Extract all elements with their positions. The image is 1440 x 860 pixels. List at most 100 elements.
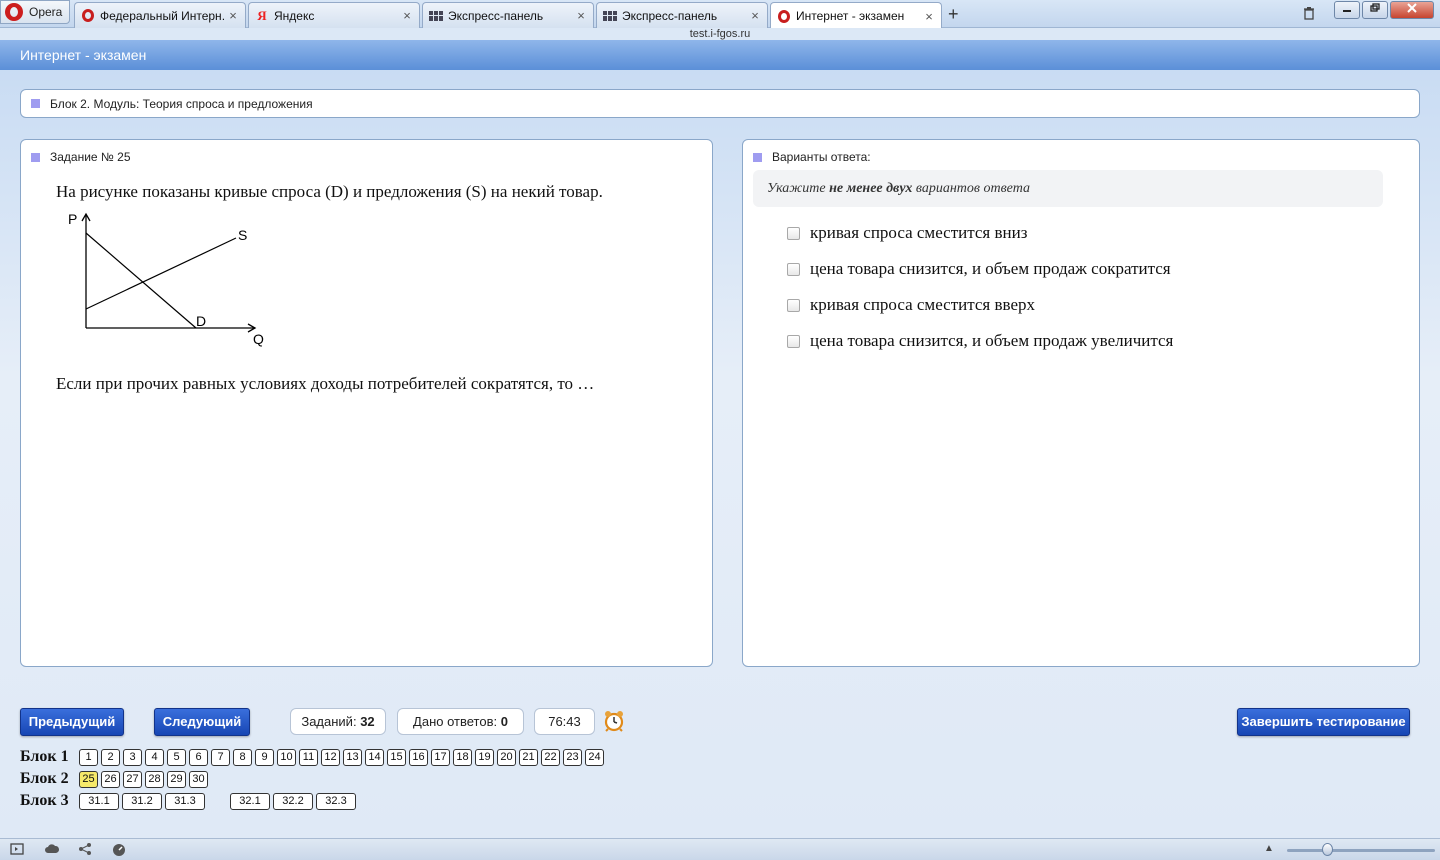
answer-option-3[interactable]: кривая спроса сместится вверх: [787, 295, 1035, 315]
block-title: Блок 2. Модуль: Теория спроса и предложе…: [50, 96, 313, 111]
task-nav-button[interactable]: 31.1: [79, 792, 119, 810]
zoom-slider-handle[interactable]: [1322, 843, 1333, 856]
answer-checkbox[interactable]: [787, 226, 800, 240]
axis-q-label: Q: [253, 331, 264, 347]
task-nav-button[interactable]: 17: [431, 748, 450, 766]
task-nav-button[interactable]: 29: [167, 770, 186, 788]
task-nav-button[interactable]: 2: [101, 748, 120, 766]
task-nav-button[interactable]: 32.2: [273, 792, 313, 810]
opera-menu-button[interactable]: Opera: [0, 0, 70, 24]
next-button[interactable]: Следующий: [154, 708, 250, 736]
task-nav-button[interactable]: 23: [563, 748, 582, 766]
task-nav-button[interactable]: 10: [277, 748, 296, 766]
tab-yandex[interactable]: Я Яндекс ×: [248, 2, 420, 28]
task-nav-button[interactable]: 22: [541, 748, 560, 766]
cloud-icon[interactable]: [44, 843, 60, 856]
share-icon[interactable]: [78, 843, 92, 856]
answer-option-1[interactable]: кривая спроса сместится вниз: [787, 223, 1027, 243]
tab-internet-exam[interactable]: Интернет - экзамен ×: [770, 2, 942, 29]
task-nav-button[interactable]: 1: [79, 748, 98, 766]
close-tab-icon[interactable]: ×: [225, 8, 241, 23]
exam-page: Блок 2. Модуль: Теория спроса и предложе…: [0, 70, 1440, 838]
tab-speed-dial-2[interactable]: Экспресс-панель ×: [596, 2, 768, 28]
task-nav-button[interactable]: 12: [321, 748, 340, 766]
answer-option-label: кривая спроса сместится вниз: [810, 223, 1028, 242]
task-nav-button[interactable]: 21: [519, 748, 538, 766]
speed-dial-icon: [603, 9, 617, 23]
hint-bold: не менее двух: [829, 181, 913, 196]
nav-block-label: Блок 1: [20, 748, 69, 765]
restore-icon[interactable]: [1362, 1, 1388, 19]
task-nav-button[interactable]: 31.3: [165, 792, 205, 810]
task-nav-button[interactable]: 3: [123, 748, 142, 766]
task-nav-button[interactable]: 5: [167, 748, 186, 766]
tab-label: Интернет - экзамен: [796, 9, 905, 23]
answer-option-4[interactable]: цена товара снизится, и объем продаж уве…: [787, 331, 1173, 351]
finish-test-button[interactable]: Завершить тестирование: [1237, 708, 1410, 736]
task-nav-button[interactable]: 9: [255, 748, 274, 766]
task-nav-button[interactable]: 31.2: [122, 792, 162, 810]
task-nav-button[interactable]: 4: [145, 748, 164, 766]
task-nav-button[interactable]: 20: [497, 748, 516, 766]
answers-count-label: Дано ответов:: [413, 714, 498, 729]
address-display[interactable]: test.i-fgos.ru: [0, 28, 1440, 40]
new-tab-icon[interactable]: +: [948, 4, 959, 25]
speedometer-icon[interactable]: [112, 843, 126, 856]
task-nav-button[interactable]: 24: [585, 748, 604, 766]
timer-display: 76:43: [534, 708, 595, 735]
tasks-count-value: 32: [360, 714, 375, 729]
task-nav-button[interactable]: 30: [189, 770, 208, 788]
zoom-slider[interactable]: [1287, 849, 1435, 852]
answer-checkbox[interactable]: [787, 298, 800, 312]
answers-count-value: 0: [500, 714, 508, 729]
demand-curve: [85, 232, 197, 329]
tab-label: Федеральный Интерн...: [100, 8, 225, 23]
close-window-icon[interactable]: [1390, 1, 1434, 19]
answer-option-label: цена товара снизится, и объем продаж уве…: [810, 331, 1174, 350]
answer-option-label: цена товара снизится, и объем продаж сок…: [810, 259, 1171, 278]
tab-label: Яндекс: [274, 8, 315, 23]
task-nav-button[interactable]: 14: [365, 748, 384, 766]
task-nav-button[interactable]: 15: [387, 748, 406, 766]
hint-post: вариантов ответа: [915, 181, 1030, 196]
task-nav-button[interactable]: 19: [475, 748, 494, 766]
close-tab-icon[interactable]: ×: [399, 8, 415, 23]
answers-panel: Варианты ответа: Укажите не менее двух в…: [742, 139, 1420, 667]
close-tab-icon[interactable]: ×: [747, 8, 763, 23]
answer-checkbox[interactable]: [787, 334, 800, 348]
task-nav-button[interactable]: 11: [299, 748, 318, 766]
close-tab-icon[interactable]: ×: [573, 8, 589, 23]
tasks-count-label: Заданий:: [301, 714, 357, 729]
trash-icon[interactable]: [1302, 6, 1316, 20]
answer-checkbox[interactable]: [787, 262, 800, 276]
task-nav-button[interactable]: 6: [189, 748, 208, 766]
tab-federal[interactable]: Федеральный Интерн... ×: [74, 2, 246, 28]
previous-button[interactable]: Предыдущий: [20, 708, 124, 736]
tab-speed-dial-1[interactable]: Экспресс-панель ×: [422, 2, 594, 28]
panel-toggle-icon[interactable]: [10, 843, 24, 856]
bullet-icon: [31, 99, 40, 108]
answer-option-2[interactable]: цена товара снизится, и объем продаж сок…: [787, 259, 1171, 279]
task-nav-button[interactable]: 8: [233, 748, 252, 766]
task-nav-button[interactable]: 25: [79, 770, 98, 788]
bullet-icon: [31, 152, 40, 162]
zoom-menu-icon[interactable]: ▲: [1264, 843, 1274, 854]
task-panel: Задание № 25 На рисунке показаны кривые …: [20, 139, 713, 667]
task-nav-button[interactable]: 32.1: [230, 792, 270, 810]
speed-dial-icon: [429, 9, 443, 23]
opera-icon: [81, 9, 95, 23]
task-nav-button[interactable]: 7: [211, 748, 230, 766]
task-nav-button[interactable]: 16: [409, 748, 428, 766]
supply-label: S: [238, 227, 247, 243]
task-nav-button[interactable]: 28: [145, 770, 164, 788]
task-nav-button[interactable]: 18: [453, 748, 472, 766]
close-tab-icon[interactable]: ×: [921, 9, 937, 24]
task-nav-button[interactable]: 32.3: [316, 792, 356, 810]
yandex-icon: Я: [257, 7, 267, 23]
answer-hint: Укажите не менее двух вариантов ответа: [753, 170, 1383, 207]
task-nav-button[interactable]: 13: [343, 748, 362, 766]
task-nav-button[interactable]: 27: [123, 770, 142, 788]
nav-block-1: Блок 1 1 2 3 4 5 6 7 8 9 10 11 12 13 14 15 16 17 18 19 20 21…: [20, 748, 607, 766]
task-nav-button[interactable]: 26: [101, 770, 120, 788]
minimize-icon[interactable]: [1334, 1, 1360, 19]
